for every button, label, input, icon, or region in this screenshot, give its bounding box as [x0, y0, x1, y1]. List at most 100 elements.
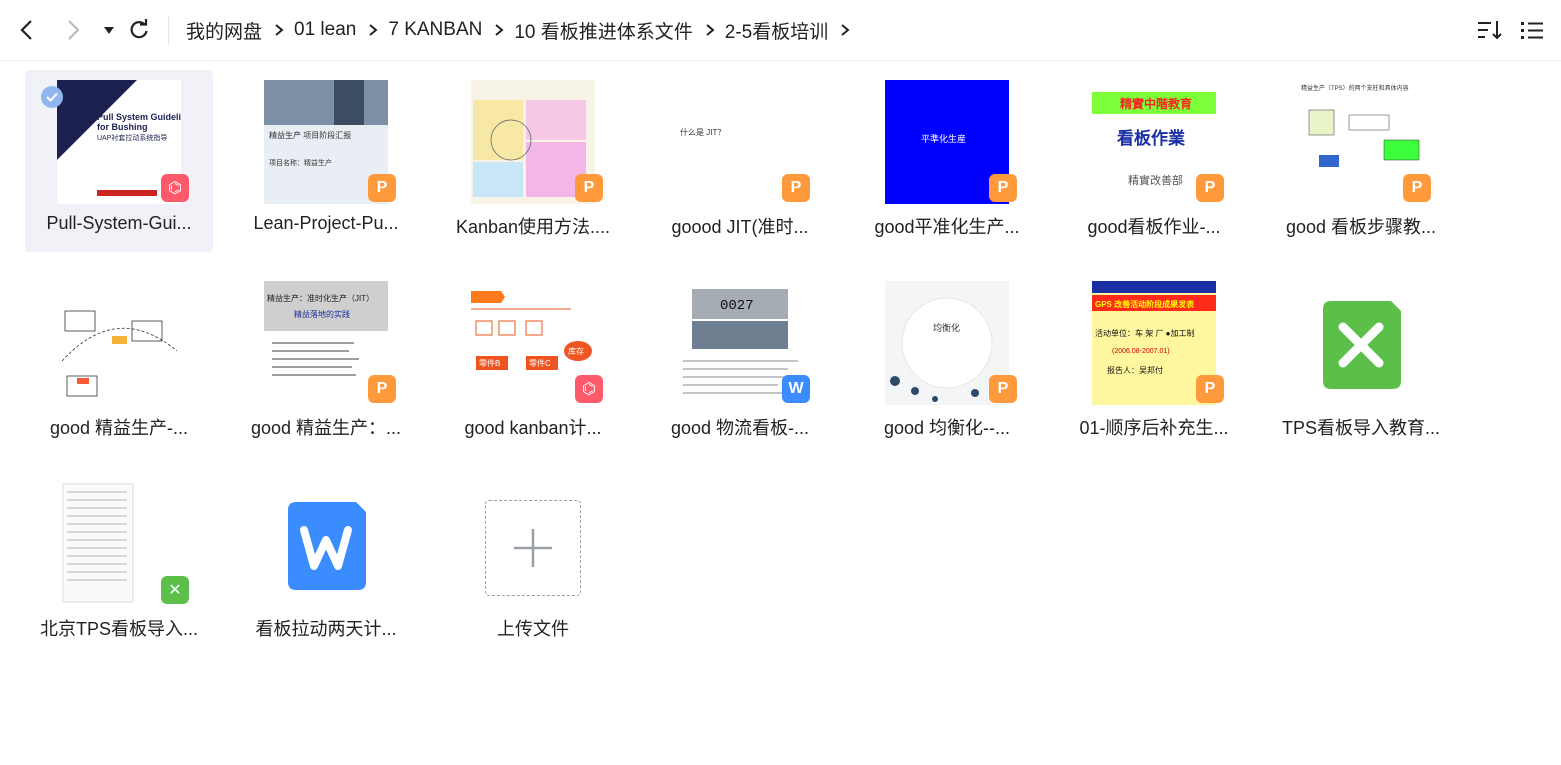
- ppt-file-icon: P: [575, 174, 603, 202]
- svg-text:均衡化: 均衡化: [933, 322, 960, 333]
- file-tile[interactable]: Pull System Guidelinefor BushingUAP衬套拉动系…: [25, 70, 213, 252]
- svg-text:什么是 JIT？: 什么是 JIT？: [680, 127, 725, 137]
- breadcrumb-item[interactable]: 01 lean: [294, 19, 356, 41]
- chevron-right-icon[interactable]: [840, 23, 850, 37]
- ppt-file-icon: P: [782, 174, 810, 202]
- file-tile[interactable]: ✕ 北京TPS看板导入...: [25, 472, 213, 654]
- file-tile[interactable]: 精益生产（TPS）的两个支柱和具体内容 P good 看板步骤教...: [1267, 70, 1455, 252]
- ppt-file-icon: P: [989, 375, 1017, 403]
- file-name: Kanban使用方法....: [455, 217, 611, 237]
- file-tile[interactable]: 精實中階教育 看板作業 精實改善部 P good看板作业-...: [1060, 70, 1248, 252]
- excel-file-icon: ✕: [161, 576, 189, 604]
- upload-button[interactable]: [485, 500, 581, 596]
- file-name: good 看板步骤教...: [1285, 217, 1437, 237]
- selected-check-icon[interactable]: [41, 86, 63, 108]
- sort-icon: [1478, 21, 1502, 40]
- svg-text:UAP衬套拉动系统指导: UAP衬套拉动系统指导: [97, 133, 167, 142]
- pdf-file-icon: ⌬: [575, 375, 603, 403]
- chevron-right-icon: [494, 23, 504, 37]
- svg-text:零件B: 零件B: [479, 358, 500, 368]
- file-tile[interactable]: 精益生产 项目阶段汇报 项目名称：精益生产 P Lean-Project-Pu..…: [232, 70, 420, 252]
- chevron-right-icon: [368, 23, 378, 37]
- caret-down-icon: [104, 27, 114, 34]
- svg-text:零件C: 零件C: [529, 358, 551, 368]
- upload-label: 上传文件: [497, 619, 569, 639]
- file-name: good 精益生产：...: [250, 418, 402, 438]
- file-name: TPS看板导入教育...: [1281, 418, 1440, 438]
- excel-app-icon: [1323, 301, 1401, 389]
- chevron-left-icon: [20, 20, 32, 40]
- ppt-file-icon: P: [368, 375, 396, 403]
- toolbar: 我的网盘 01 lean 7 KANBAN 10 看板推进体系文件 2-5看板培…: [0, 0, 1561, 61]
- ppt-file-icon: P: [1403, 174, 1431, 202]
- svg-text:for Bushing: for Bushing: [97, 122, 148, 132]
- file-name: 01-顺序后补充生...: [1079, 418, 1229, 438]
- file-tile[interactable]: good 精益生产-...: [25, 271, 213, 453]
- file-name: good看板作业-...: [1087, 217, 1221, 237]
- word-file-icon: W: [782, 375, 810, 403]
- ppt-file-icon: P: [989, 174, 1017, 202]
- svg-text:活动单位：车 架 厂 ●加工制: 活动单位：车 架 厂 ●加工制: [1095, 328, 1195, 338]
- svg-text:精益生产 项目阶段汇报: 精益生产 项目阶段汇报: [269, 130, 351, 140]
- svg-text:库存: 库存: [568, 346, 584, 356]
- breadcrumb-item[interactable]: 我的网盘: [186, 17, 262, 44]
- ppt-file-icon: P: [1196, 174, 1224, 202]
- file-thumbnail: [1299, 281, 1423, 405]
- word-app-icon: [288, 502, 366, 590]
- forward-button[interactable]: [58, 14, 88, 46]
- list-view-icon: [1521, 22, 1543, 39]
- file-tile[interactable]: 平準化生産 P good平准化生产...: [853, 70, 1041, 252]
- file-name: 看板拉动两天计...: [255, 619, 397, 639]
- sort-button[interactable]: [1477, 16, 1503, 44]
- file-tile[interactable]: 精益生产：准时化生产（JIT） 精益落地的实践 P good 精益生产：...: [232, 271, 420, 453]
- file-name: Lean-Project-Pu...: [253, 213, 399, 233]
- file-name: Pull-System-Gui...: [46, 213, 192, 233]
- file-tile[interactable]: 零件B 零件C 库存 ⌬ good kanban计...: [439, 271, 627, 453]
- pdf-file-icon: ⌬: [161, 174, 189, 202]
- file-name: good 物流看板-...: [670, 418, 810, 438]
- file-name: goood JIT(准时...: [671, 217, 809, 237]
- history-dropdown-button[interactable]: [94, 14, 124, 46]
- toolbar-separator: [168, 16, 169, 44]
- file-tile[interactable]: 0027 W good 物流看板-...: [646, 271, 834, 453]
- svg-text:GPS 改善活动阶段成果发表: GPS 改善活动阶段成果发表: [1095, 299, 1195, 309]
- file-tile[interactable]: 均衡化 P good 均衡化--...: [853, 271, 1041, 453]
- file-tile[interactable]: P Kanban使用方法....: [439, 70, 627, 252]
- file-name: good kanban计...: [464, 418, 602, 438]
- svg-text:Pull System Guideline: Pull System Guideline: [97, 112, 181, 122]
- svg-text:精益生产：准时化生产（JIT）: 精益生产：准时化生产（JIT）: [267, 293, 374, 303]
- file-thumbnail: [57, 281, 181, 405]
- file-tile[interactable]: GPS 改善活动阶段成果发表 活动单位：车 架 厂 ●加工制 (2006.08-20…: [1060, 271, 1248, 453]
- view-mode-button[interactable]: [1519, 16, 1545, 44]
- file-name: good 均衡化--...: [883, 418, 1011, 438]
- svg-text:报告人：吴邦付: 报告人：吴邦付: [1107, 365, 1163, 375]
- svg-text:看板作業: 看板作業: [1116, 128, 1185, 148]
- svg-text:(2006.08-2007.01): (2006.08-2007.01): [1112, 348, 1170, 355]
- svg-text:0027: 0027: [720, 298, 754, 314]
- plus-icon: [514, 529, 552, 567]
- ppt-file-icon: P: [368, 174, 396, 202]
- chevron-right-icon: [274, 23, 284, 37]
- file-name: good 精益生产-...: [49, 418, 189, 438]
- svg-text:精益生产（TPS）的两个支柱和具体内容: 精益生产（TPS）的两个支柱和具体内容: [1301, 84, 1409, 92]
- file-name: 北京TPS看板导入...: [39, 619, 198, 639]
- back-button[interactable]: [12, 14, 42, 46]
- file-thumbnail: [264, 482, 388, 606]
- file-tile[interactable]: 看板拉动两天计...: [232, 472, 420, 654]
- svg-text:精益落地的实践: 精益落地的实践: [294, 309, 350, 319]
- refresh-icon: [130, 19, 148, 39]
- breadcrumb-item[interactable]: 2-5看板培训: [725, 17, 828, 44]
- breadcrumb: 我的网盘 01 lean 7 KANBAN 10 看板推进体系文件 2-5看板培…: [186, 0, 860, 60]
- upload-tile[interactable]: 上传文件: [439, 472, 627, 654]
- file-name: good平准化生产...: [874, 217, 1020, 237]
- svg-text:精實中階教育: 精實中階教育: [1120, 96, 1192, 111]
- file-tile[interactable]: 什么是 JIT？ P goood JIT(准时...: [646, 70, 834, 252]
- svg-text:平準化生産: 平準化生産: [921, 133, 966, 144]
- file-tile[interactable]: TPS看板导入教育...: [1267, 271, 1455, 453]
- chevron-right-icon: [68, 20, 80, 40]
- breadcrumb-item[interactable]: 10 看板推进体系文件: [514, 17, 692, 44]
- ppt-file-icon: P: [1196, 375, 1224, 403]
- svg-text:项目名称：精益生产: 项目名称：精益生产: [269, 158, 332, 167]
- breadcrumb-item[interactable]: 7 KANBAN: [388, 19, 482, 41]
- refresh-button[interactable]: [124, 14, 154, 46]
